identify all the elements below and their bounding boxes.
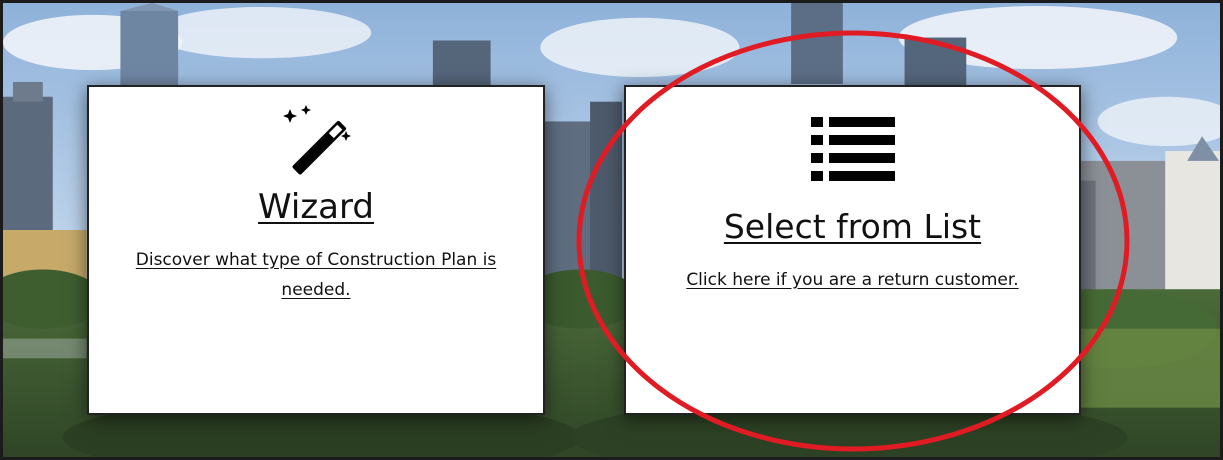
select-from-list-card[interactable]: Select from List Click here if you are a… xyxy=(624,85,1081,415)
magic-wand-icon xyxy=(283,105,351,175)
screenshot-frame: Wizard Discover what type of Constructio… xyxy=(0,0,1223,460)
wizard-card[interactable]: Wizard Discover what type of Constructio… xyxy=(87,85,545,415)
select-from-list-description-link[interactable]: Click here if you are a return customer. xyxy=(686,265,1019,295)
wizard-description-link[interactable]: Discover what type of Construction Plan … xyxy=(119,245,513,305)
select-from-list-title-link[interactable]: Select from List xyxy=(626,207,1079,246)
list-icon xyxy=(810,117,895,181)
wizard-title-link[interactable]: Wizard xyxy=(89,187,543,227)
